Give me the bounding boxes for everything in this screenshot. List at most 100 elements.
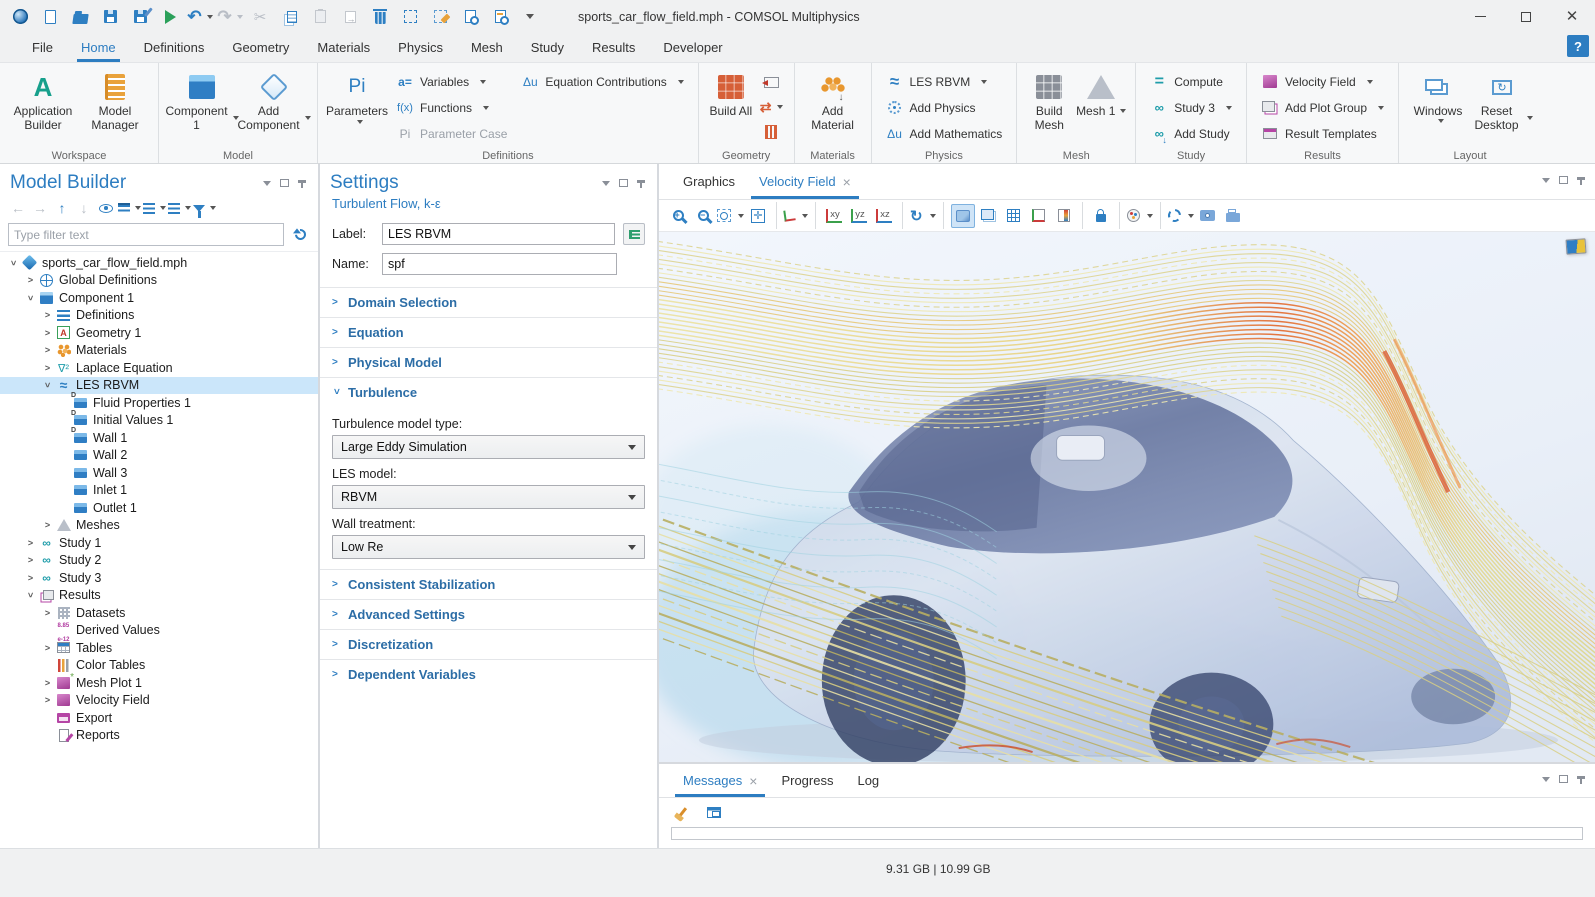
tree-node-wall-1[interactable]: Wall 1 (0, 429, 318, 447)
compute-button[interactable]: Compute (1144, 69, 1238, 94)
add-physics-button[interactable]: Add Physics (880, 95, 1009, 120)
menu-tab-home[interactable]: Home (67, 33, 130, 62)
dropdown-wall-treatment[interactable]: Low Re (332, 535, 645, 559)
pin-icon[interactable] (1577, 776, 1585, 779)
equation-view-button[interactable] (623, 223, 645, 245)
tree-chevron-icon[interactable] (40, 363, 55, 373)
tree-node-sports-car-flow-field-mph[interactable]: sports_car_flow_field.mph (0, 254, 318, 272)
tree-chevron-icon[interactable] (40, 310, 55, 320)
zoom-in-button[interactable] (667, 205, 689, 227)
move-down-button[interactable]: ↓ (74, 198, 94, 218)
tree-node-color-tables[interactable]: Color Tables (0, 657, 318, 675)
tree-chevron-icon[interactable] (6, 258, 21, 268)
section-physical-model[interactable]: >Physical Model (320, 348, 657, 378)
tree-node-inlet-1[interactable]: Inlet 1 (0, 482, 318, 500)
back-button[interactable]: ← (8, 198, 28, 218)
tree-chevron-icon[interactable] (23, 555, 38, 565)
clear-selection-button[interactable] (428, 5, 452, 29)
add-component-button[interactable]: Add Component (239, 67, 309, 147)
tree-chevron-icon[interactable] (23, 275, 38, 285)
clear-messages-button[interactable] (671, 801, 693, 823)
tree-node-mesh-plot-1[interactable]: Mesh Plot 1 (0, 674, 318, 692)
tree-chevron-icon[interactable] (23, 293, 38, 303)
add-mathematics-button[interactable]: Add Mathematics (880, 121, 1009, 146)
tree-node-materials[interactable]: Materials (0, 342, 318, 360)
tree-node-reports[interactable]: Reports (0, 727, 318, 745)
tree-chevron-icon[interactable] (23, 573, 38, 583)
tree-node-les-rbvm[interactable]: LES RBVM (0, 377, 318, 395)
tree-node-definitions[interactable]: Definitions (0, 307, 318, 325)
result-templates-button[interactable]: Result Templates (1255, 121, 1390, 146)
tree-node-results[interactable]: Results (0, 587, 318, 605)
build-mesh-button[interactable]: Build Mesh (1025, 67, 1073, 147)
expand-all-button[interactable] (118, 198, 141, 218)
tree-node-component-1[interactable]: Component 1 (0, 289, 318, 307)
zoom-box-button[interactable] (717, 205, 744, 227)
paste-button[interactable] (308, 5, 332, 29)
color-legend-button[interactable] (1053, 205, 1075, 227)
graphics-canvas[interactable] (659, 232, 1595, 762)
snapshot-button[interactable] (1197, 205, 1219, 227)
tree-node-geometry-1[interactable]: Geometry 1 (0, 324, 318, 342)
tree-node-export[interactable]: Export (0, 709, 318, 727)
scene-update-button[interactable] (1168, 205, 1194, 227)
view-yz-button[interactable]: yz (848, 205, 870, 227)
chevron-down-icon[interactable] (1542, 178, 1550, 183)
menu-tab-definitions[interactable]: Definitions (130, 33, 219, 62)
add-study-button[interactable]: Add Study (1144, 121, 1238, 146)
plot-axes-button[interactable] (1028, 205, 1050, 227)
save-button[interactable] (98, 5, 122, 29)
dropdown-turbulence-model-type[interactable]: Large Eddy Simulation (332, 435, 645, 459)
collapse-all-button[interactable] (143, 198, 166, 218)
tree-node-wall-2[interactable]: Wall 2 (0, 447, 318, 465)
pin-icon[interactable] (637, 180, 645, 183)
component-1-button[interactable]: Component 1 (167, 67, 237, 147)
windows-button[interactable]: Windows (1407, 67, 1469, 147)
zoom-extents-button[interactable] (747, 205, 769, 227)
delete-button[interactable] (368, 5, 392, 29)
close-button[interactable]: ✕ (1549, 0, 1595, 33)
plot-window-icon[interactable] (1566, 238, 1587, 254)
physics-interface-button[interactable]: LES RBVM (880, 69, 1009, 94)
pin-icon[interactable] (1577, 177, 1585, 180)
tree-chevron-icon[interactable] (23, 590, 38, 600)
name-input[interactable] (382, 253, 617, 275)
section-turbulence[interactable]: >Turbulence (320, 378, 657, 407)
tree-node-fluid-properties-1[interactable]: Fluid Properties 1 (0, 394, 318, 412)
tree-node-outlet-1[interactable]: Outlet 1 (0, 499, 318, 517)
float-icon[interactable] (619, 179, 628, 187)
tree-node-velocity-field[interactable]: Velocity Field (0, 692, 318, 710)
section-equation[interactable]: >Equation (320, 318, 657, 348)
scene-button[interactable] (978, 205, 1000, 227)
tree-chevron-icon[interactable] (40, 380, 55, 390)
close-icon[interactable] (843, 174, 851, 190)
tree-chevron-icon[interactable] (40, 608, 55, 618)
move-up-button[interactable]: ↑ (52, 198, 72, 218)
float-icon[interactable] (1559, 775, 1568, 783)
close-icon[interactable] (749, 773, 757, 789)
refresh-button[interactable] (290, 225, 310, 245)
tree-node-global-definitions[interactable]: Global Definitions (0, 272, 318, 290)
menu-tab-geometry[interactable]: Geometry (218, 33, 303, 62)
menu-tab-mesh[interactable]: Mesh (457, 33, 517, 62)
tree-node-meshes[interactable]: Meshes (0, 517, 318, 535)
tree-node-study-1[interactable]: Study 1 (0, 534, 318, 552)
forward-button[interactable]: → (30, 198, 50, 218)
save-as-button[interactable] (128, 5, 152, 29)
tree-chevron-icon[interactable] (40, 328, 55, 338)
section-advanced-settings[interactable]: >Advanced Settings (320, 600, 657, 630)
geometry-import-button[interactable] (761, 71, 782, 93)
new-file-button[interactable] (38, 5, 62, 29)
chevron-down-icon[interactable] (1542, 777, 1550, 782)
view-xz-button[interactable]: xz (873, 205, 895, 227)
messages-tab-progress[interactable]: Progress (769, 764, 845, 797)
help-button[interactable]: ? (1567, 35, 1589, 57)
label-input[interactable] (382, 223, 615, 245)
open-in-window-button[interactable] (703, 801, 725, 823)
geometry-rebuild-button[interactable] (757, 96, 786, 118)
grid-button[interactable] (1003, 205, 1025, 227)
duplicate-button[interactable] (338, 5, 362, 29)
minimize-button[interactable] (1457, 0, 1503, 33)
mesh-1-button[interactable]: Mesh 1 (1075, 67, 1127, 147)
transparency-button[interactable] (951, 204, 975, 228)
